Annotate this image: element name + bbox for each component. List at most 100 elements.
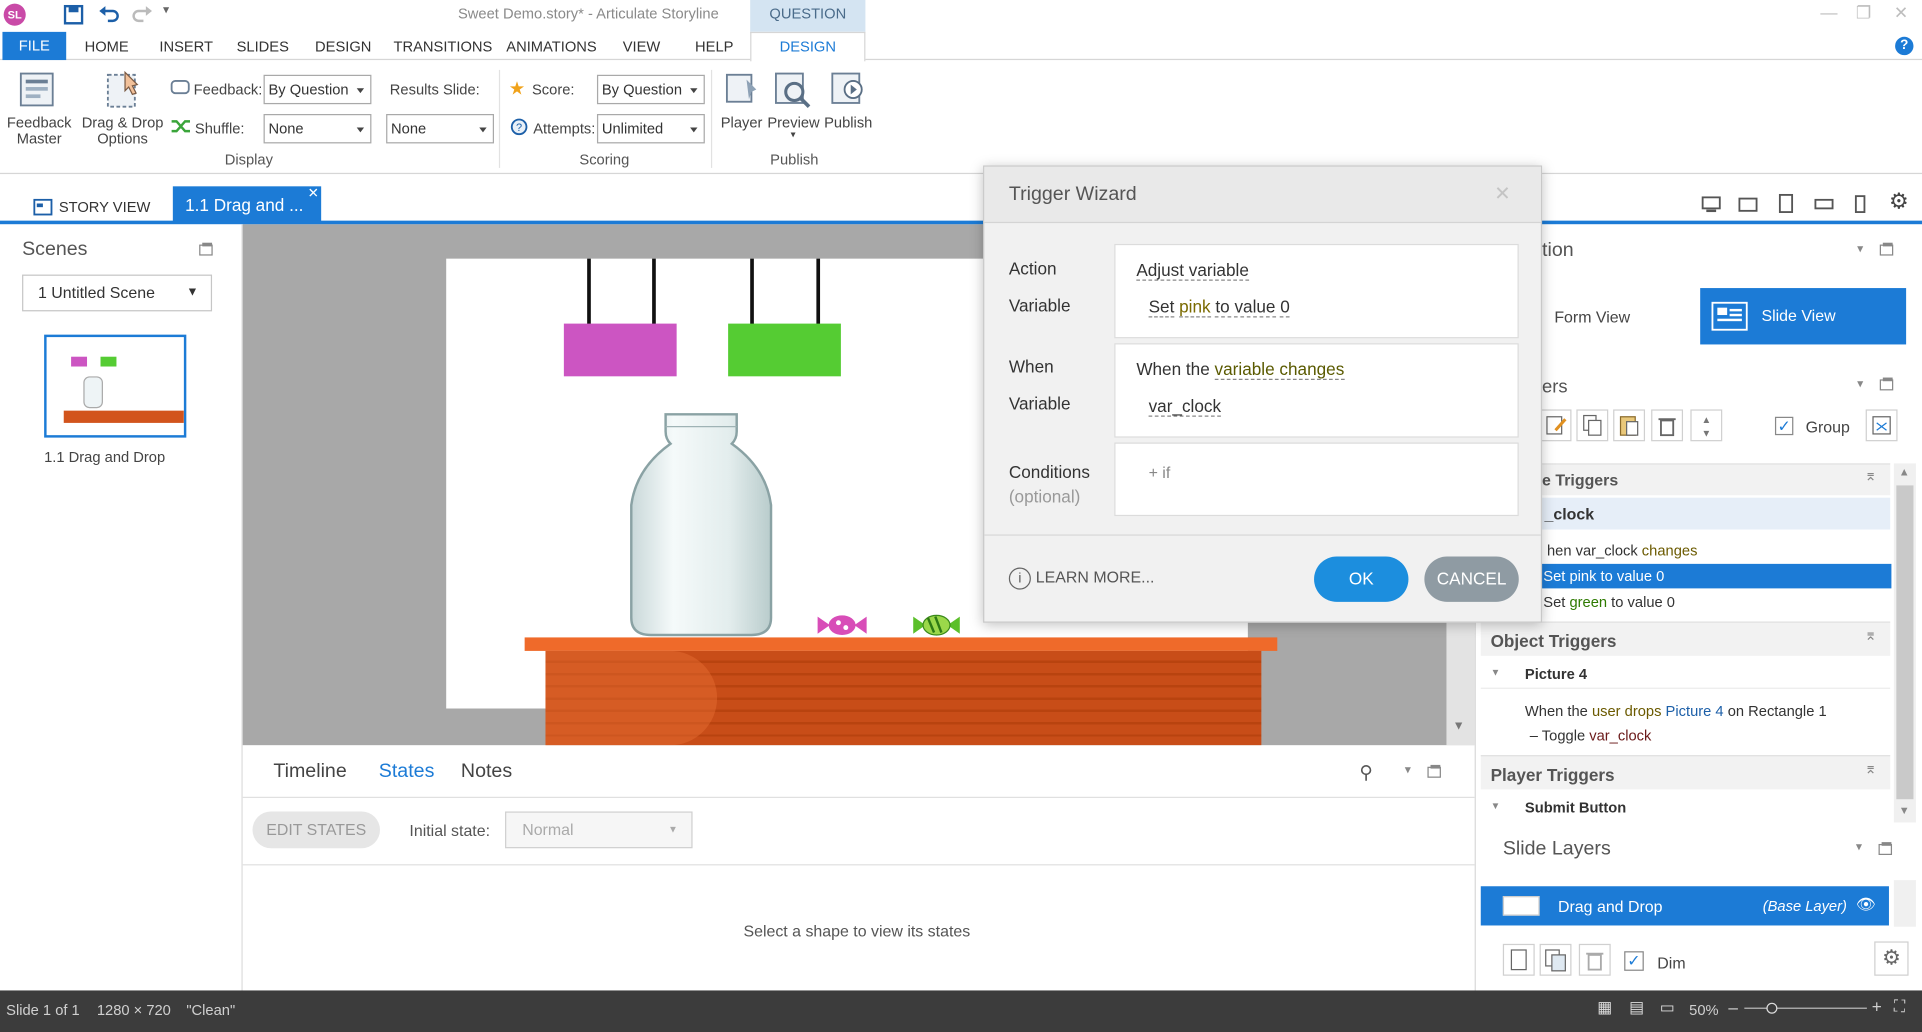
help-icon[interactable]: ? xyxy=(1895,36,1914,56)
panel-menu-icon[interactable]: ▾ xyxy=(1857,378,1863,391)
tab-slide-view[interactable]: 1.1 Drag and ... xyxy=(172,186,322,224)
base-layer-row[interactable]: Drag and Drop (Base Layer) 👁 xyxy=(1480,886,1889,926)
phone-landscape-icon[interactable] xyxy=(1814,198,1834,211)
form-view-button[interactable]: Form View xyxy=(1554,308,1630,326)
preview-dropdown-icon[interactable]: ▾ xyxy=(767,129,818,140)
eye-icon[interactable]: 👁 xyxy=(1856,895,1876,915)
value-field[interactable]: 0 xyxy=(1280,296,1290,318)
duplicate-layer-button[interactable] xyxy=(1539,943,1572,976)
paste-trigger-button[interactable] xyxy=(1613,409,1646,442)
panel-undock-icon[interactable] xyxy=(1879,241,1894,256)
ok-button[interactable]: OK xyxy=(1314,556,1409,602)
scroll-thumb[interactable] xyxy=(1896,485,1914,800)
trigger-set-green[interactable]: Set green to value 0 xyxy=(1543,593,1675,610)
close-window-icon[interactable]: ✕ xyxy=(1894,2,1908,23)
edit-states-button[interactable]: EDIT STATES xyxy=(252,811,380,849)
tab-help[interactable]: HELP xyxy=(695,38,733,55)
action-dropdown[interactable]: Adjust variable xyxy=(1136,260,1249,281)
tab-file[interactable]: FILE xyxy=(2,31,67,61)
panel-undock-icon[interactable] xyxy=(1878,841,1893,856)
zoom-slider[interactable] xyxy=(1744,1002,1867,1014)
copy-trigger-button[interactable] xyxy=(1576,409,1609,442)
picture4-group[interactable]: ▼ Picture 4 xyxy=(1480,659,1891,689)
slide-thumbnail[interactable] xyxy=(44,334,187,438)
panel-menu-icon[interactable]: ▾ xyxy=(1405,764,1411,777)
story-view-status-icon[interactable]: ▤ xyxy=(1629,998,1644,1018)
zoom-out-icon[interactable]: – xyxy=(1728,998,1738,1018)
panel-menu-icon[interactable]: ▾ xyxy=(1857,243,1863,256)
panel-undock-icon[interactable] xyxy=(199,241,214,256)
preview-button[interactable]: Preview ▾ xyxy=(767,67,820,145)
player-button[interactable]: Player xyxy=(718,67,765,138)
tab-design[interactable]: DESIGN xyxy=(315,38,371,55)
pin-section-icon[interactable]: ⌆ xyxy=(1864,760,1876,777)
drag-drop-options-button[interactable]: Drag & Drop Options xyxy=(78,67,166,148)
panel-undock-icon[interactable] xyxy=(1879,376,1894,391)
pin-section-icon[interactable]: ⌆ xyxy=(1864,467,1876,484)
table-top[interactable] xyxy=(524,637,1278,651)
attempts-combo[interactable]: Unlimited xyxy=(596,113,705,144)
publish-button[interactable]: Publish xyxy=(821,67,875,138)
fit-window-icon[interactable]: ⛶ xyxy=(1894,997,1905,1017)
learn-more-link[interactable]: i LEARN MORE... xyxy=(1008,567,1154,590)
pin-icon[interactable]: ⚲ xyxy=(1359,761,1372,783)
results-slide-combo[interactable]: None xyxy=(386,113,494,144)
scroll-down-icon[interactable]: ▼ xyxy=(1453,720,1465,733)
chevron-down-icon[interactable]: ▼ xyxy=(1491,667,1501,678)
layer-settings-button[interactable]: ⚙ xyxy=(1874,941,1909,976)
tab-timeline[interactable]: Timeline xyxy=(273,761,346,783)
minimize-icon[interactable]: — xyxy=(1820,2,1837,22)
feedback-combo[interactable]: By Question xyxy=(263,74,372,105)
panel-menu-icon[interactable]: ▾ xyxy=(1856,841,1862,854)
desktop-preview-icon[interactable] xyxy=(1701,196,1721,213)
scroll-up-icon[interactable]: ▲ xyxy=(1899,466,1910,478)
when-event-dropdown[interactable]: variable changes xyxy=(1214,359,1345,380)
settings-gear-icon[interactable]: ⚙ xyxy=(1889,189,1909,215)
chevron-down-icon[interactable]: ▼ xyxy=(1491,800,1501,811)
collapse-all-button[interactable] xyxy=(1865,409,1898,442)
score-combo[interactable]: By Question xyxy=(596,74,705,105)
pink-rectangle[interactable] xyxy=(563,323,677,377)
slide-view-button[interactable]: Slide View xyxy=(1700,288,1907,345)
scroll-down-icon[interactable]: ▼ xyxy=(1899,804,1910,816)
initial-state-combo[interactable]: Normal ▼ xyxy=(505,811,693,849)
preview-status-icon[interactable]: ▭ xyxy=(1660,998,1675,1018)
layers-scrollbar[interactable] xyxy=(1893,880,1916,927)
delete-layer-button[interactable] xyxy=(1578,943,1611,976)
tab-question-design[interactable]: DESIGN xyxy=(750,31,866,62)
phone-portrait-icon[interactable] xyxy=(1853,195,1868,215)
tab-transitions[interactable]: TRANSITIONS xyxy=(393,38,492,55)
group-checkbox[interactable]: ✓ xyxy=(1774,416,1794,436)
cancel-button[interactable]: CANCEL xyxy=(1424,556,1519,602)
tab-home[interactable]: HOME xyxy=(85,38,129,55)
green-rectangle[interactable] xyxy=(728,323,841,377)
add-condition-button[interactable]: + if xyxy=(1149,463,1171,481)
drop-trigger-line[interactable]: When the user drops Picture 4 on Rectang… xyxy=(1525,702,1827,719)
restore-icon[interactable]: ❐ xyxy=(1856,2,1871,23)
delete-trigger-button[interactable] xyxy=(1651,409,1684,442)
close-tab-icon[interactable]: ✕ xyxy=(308,185,319,201)
shuffle-combo[interactable]: None xyxy=(263,113,372,144)
tablet-landscape-icon[interactable] xyxy=(1738,196,1758,213)
set-operator-dropdown[interactable]: Set xyxy=(1148,296,1175,318)
trigger-group-var-clock[interactable]: _clock xyxy=(1480,497,1891,530)
tab-animations[interactable]: ANIMATIONS xyxy=(506,38,596,55)
feedback-master-button[interactable]: Feedback Master xyxy=(5,67,74,148)
tablet-portrait-icon[interactable] xyxy=(1777,193,1794,214)
panel-undock-icon[interactable] xyxy=(1427,764,1442,779)
new-layer-button[interactable] xyxy=(1502,943,1535,976)
tab-slides[interactable]: SLIDES xyxy=(237,38,289,55)
glass-jar[interactable] xyxy=(629,412,776,639)
pink-candy[interactable] xyxy=(815,612,869,639)
submit-button-group[interactable]: ▼ Submit Button xyxy=(1481,793,1890,822)
triggers-scrollbar[interactable]: ▲ ▼ xyxy=(1893,463,1916,823)
tab-states[interactable]: States xyxy=(379,761,435,783)
normal-view-icon[interactable]: ▦ xyxy=(1597,998,1612,1018)
dialog-close-icon[interactable]: ✕ xyxy=(1494,181,1510,206)
toggle-trigger-line[interactable]: – Toggle var_clock xyxy=(1530,727,1652,744)
when-variable-dropdown[interactable]: var_clock xyxy=(1148,396,1222,417)
tab-story-view[interactable]: STORY VIEW xyxy=(20,191,155,223)
tab-notes[interactable]: Notes xyxy=(461,761,512,783)
move-trigger-button[interactable]: ▲ ▼ xyxy=(1690,409,1723,442)
edit-trigger-button[interactable] xyxy=(1539,409,1572,442)
